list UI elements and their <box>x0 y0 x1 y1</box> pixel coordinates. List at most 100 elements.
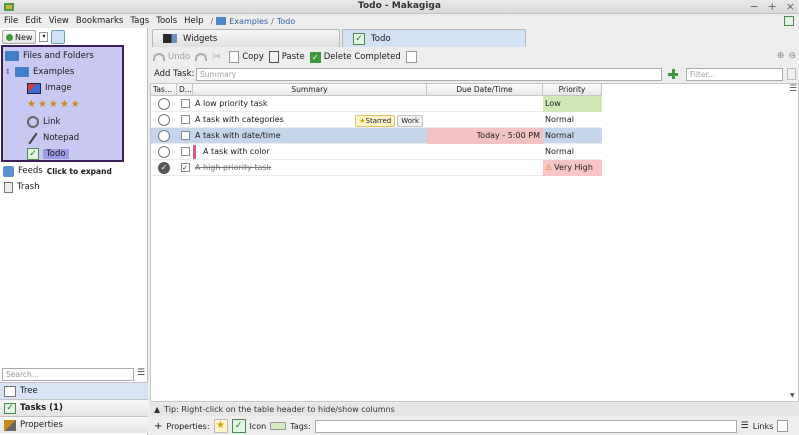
task-complete-icon[interactable]: ✓ <box>158 161 170 174</box>
close-button[interactable]: × <box>786 0 795 13</box>
edit-button[interactable] <box>405 51 417 63</box>
menu-view[interactable]: View <box>45 16 72 26</box>
task-progress-icon[interactable] <box>158 113 170 126</box>
table-row[interactable]: A low priority task Low <box>151 95 602 112</box>
feeds-item[interactable]: Feeds Click to expand <box>3 164 112 178</box>
fullscreen-icon[interactable] <box>784 16 794 26</box>
menu-help[interactable]: Help <box>180 16 206 26</box>
add-task-label: Add Task: <box>154 69 195 79</box>
column-header-summary[interactable]: Summary <box>193 84 427 96</box>
column-menu-icon[interactable]: ☰ <box>788 84 798 94</box>
menu-file[interactable]: File <box>0 16 21 26</box>
image-rating[interactable]: ★★★★★ <box>27 97 82 111</box>
star-icon[interactable]: ★ <box>213 419 228 433</box>
editor-tabs: Widgets ✓ Todo <box>152 29 526 47</box>
color-swatch[interactable] <box>270 422 287 430</box>
task-progress-icon[interactable] <box>158 97 170 110</box>
tree-item-link[interactable]: Link <box>27 115 60 129</box>
table-row[interactable]: A task with date/time Today - 5:00 PM No… <box>151 127 602 144</box>
paste-button[interactable]: Paste <box>268 51 305 63</box>
trash-item[interactable]: Trash <box>4 180 39 194</box>
column-header-done[interactable]: D... <box>177 84 193 96</box>
cut-icon: ✂ <box>212 50 222 63</box>
accordion-properties[interactable]: Properties <box>0 416 148 433</box>
redo-button[interactable] <box>195 53 208 61</box>
trash-icon <box>4 181 13 193</box>
tab-widgets[interactable]: Widgets <box>152 29 340 47</box>
link-icon <box>27 116 39 128</box>
table-row[interactable]: A task with color Normal <box>151 144 602 160</box>
icon-label: Icon <box>249 421 267 431</box>
breadcrumb-examples[interactable]: Examples <box>229 17 268 26</box>
done-checkbox[interactable] <box>180 147 190 156</box>
done-checkbox[interactable]: ✓ <box>180 163 190 172</box>
tree-item-todo[interactable]: ✓ Todo <box>27 147 69 161</box>
menu-edit[interactable]: Edit <box>21 16 44 26</box>
column-header-priority[interactable]: Priority <box>543 84 602 96</box>
tree-item-image[interactable]: Image <box>27 81 72 95</box>
done-checkbox[interactable] <box>180 115 190 124</box>
properties-bar: + Properties: ★ ✓ Icon Tags: ☰ Links <box>150 417 799 435</box>
task-color-marker <box>193 144 196 159</box>
undo-button[interactable]: Undo <box>153 52 190 62</box>
cut-button[interactable]: ✂ <box>212 51 224 63</box>
maximize-button[interactable]: + <box>768 0 777 13</box>
todo-icon: ✓ <box>353 32 365 45</box>
tree-item-examples[interactable]: ↕ Examples <box>5 65 74 79</box>
task-summary: A task with color <box>203 147 270 156</box>
tab-todo[interactable]: ✓ Todo <box>342 29 526 47</box>
zoom-out-icon[interactable]: ⊖ <box>788 51 796 61</box>
breadcrumb-todo[interactable]: Todo <box>277 17 295 26</box>
menu-tags[interactable]: Tags <box>126 16 152 26</box>
table-scrollbar[interactable]: ☰ ▼ <box>788 84 798 401</box>
tree-item-files-and-folders[interactable]: Files and Folders <box>5 49 94 63</box>
tags-menu-icon[interactable]: ☰ <box>741 421 749 431</box>
todo-icon: ✓ <box>27 148 39 160</box>
feeds-icon <box>3 165 14 177</box>
breadcrumb: / Examples / Todo <box>210 16 296 26</box>
delete-completed-button[interactable]: ✓ Delete Completed <box>309 51 401 63</box>
tasks-check-icon: ✓ <box>4 402 16 414</box>
column-header-task[interactable]: Tas... <box>151 84 177 96</box>
add-task-plus-icon[interactable] <box>668 69 678 79</box>
column-header-due-date[interactable]: Due Date/Time <box>427 84 543 96</box>
pencil-icon <box>405 51 417 63</box>
folder-icon <box>15 67 29 77</box>
tree-search-input[interactable]: Search... <box>2 367 134 381</box>
expander-icon[interactable]: ↕ <box>5 68 11 76</box>
copy-icon <box>229 51 240 63</box>
rating-stars-icon[interactable]: ★★★★★ <box>27 99 82 110</box>
properties-plus-icon[interactable]: + <box>154 421 162 432</box>
accordion-tree[interactable]: Tree <box>0 382 148 399</box>
accordion-tasks[interactable]: ✓ Tasks (1) <box>0 399 148 416</box>
menu-bookmarks[interactable]: Bookmarks <box>72 16 127 26</box>
menu-tools[interactable]: Tools <box>152 16 180 26</box>
expand-tip-icon[interactable]: ▲ <box>154 405 160 414</box>
links-edit-icon[interactable] <box>777 420 789 432</box>
add-task-input[interactable]: Summary <box>196 67 662 81</box>
table-row[interactable]: A task with categories ★Starred Work Nor… <box>151 112 602 128</box>
tree-item-notepad[interactable]: Notepad <box>27 131 79 145</box>
copy-button[interactable]: Copy <box>229 51 264 63</box>
scroll-down-arrow-icon[interactable]: ▼ <box>790 392 795 399</box>
tags-input[interactable] <box>314 419 737 433</box>
menu-bar: File Edit View Bookmarks Tags Tools Help… <box>0 14 799 28</box>
widgets-icon <box>163 34 177 43</box>
search-menu-icon[interactable]: ☰ <box>136 369 146 379</box>
task-due-date <box>427 112 543 128</box>
minimize-button[interactable]: − <box>749 0 758 13</box>
task-progress-icon[interactable] <box>158 129 170 142</box>
filter-input[interactable]: Filter... <box>686 67 783 81</box>
zoom-in-icon[interactable]: ⊕ <box>777 51 785 61</box>
sync-icon[interactable] <box>51 30 66 44</box>
task-progress-icon[interactable] <box>158 145 170 158</box>
new-dropdown-arrow[interactable]: ▾ <box>39 32 49 42</box>
table-header: Tas... D... Summary Due Date/Time Priori… <box>151 84 602 96</box>
done-checkbox[interactable] <box>180 131 190 140</box>
done-checkbox[interactable] <box>180 99 190 108</box>
properties-brush-icon <box>4 419 16 431</box>
table-row[interactable]: ✓ ✓ A high priority task ⚠ Very High <box>151 159 602 176</box>
filter-clear-button[interactable] <box>787 68 796 80</box>
todo-icon-button[interactable]: ✓ <box>231 419 246 433</box>
new-button[interactable]: New <box>2 30 37 44</box>
